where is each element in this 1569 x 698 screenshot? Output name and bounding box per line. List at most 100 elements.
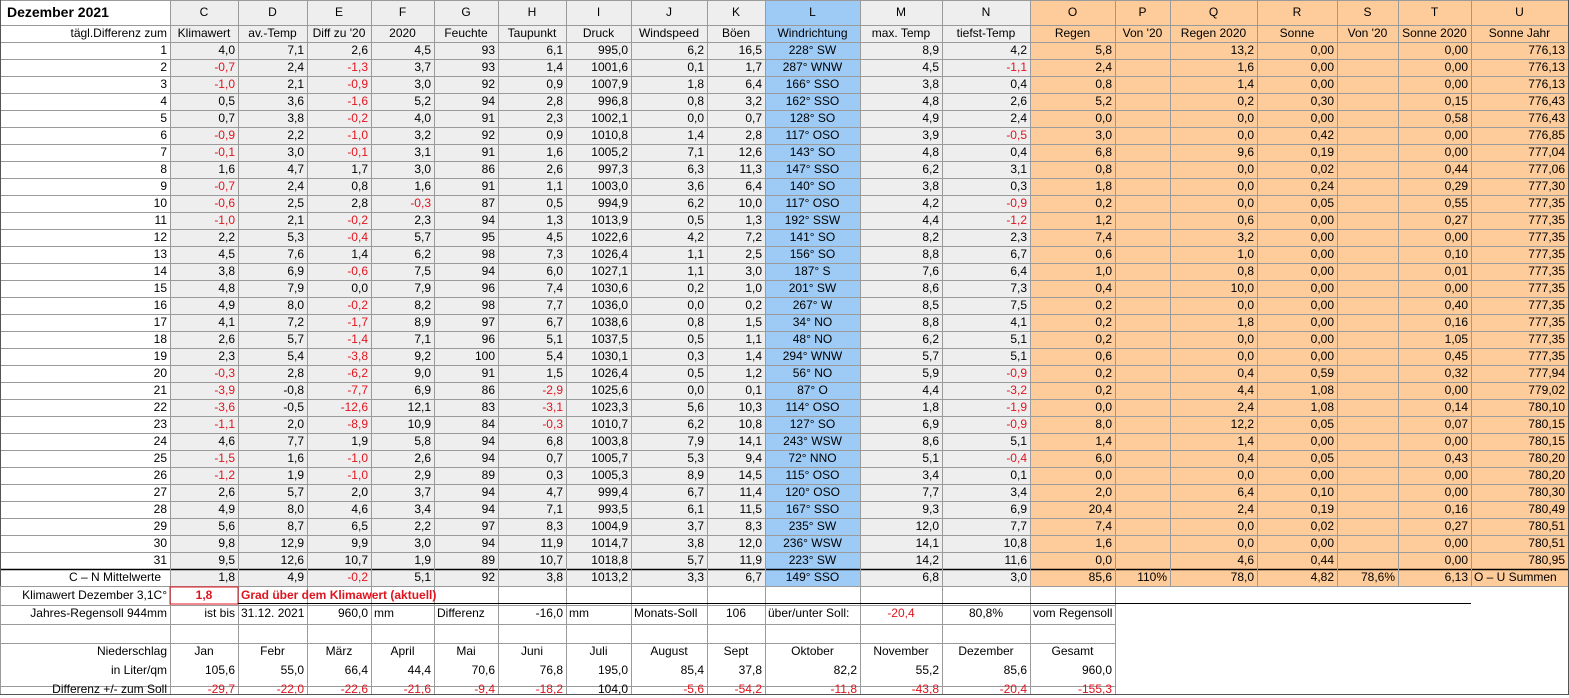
table-cell[interactable]: -0,4 <box>307 229 371 246</box>
table-cell[interactable]: 0,00 <box>1257 263 1337 280</box>
table-cell[interactable] <box>1337 382 1398 399</box>
table-cell[interactable]: 87 <box>434 195 498 212</box>
table-cell[interactable]: 0,3 <box>631 348 707 365</box>
table-cell[interactable]: 0,7 <box>498 450 566 467</box>
table-cell[interactable]: 6,4 <box>1170 484 1257 501</box>
table-cell[interactable]: 0,2 <box>707 297 765 314</box>
table-cell[interactable]: 780,95 <box>1471 552 1568 569</box>
table-cell[interactable]: 0,0 <box>1030 467 1115 484</box>
column-letter[interactable]: R <box>1257 1 1337 25</box>
table-cell[interactable]: -0,7 <box>170 178 238 195</box>
table-cell[interactable]: 3,6 <box>631 178 707 195</box>
table-cell[interactable]: 777,35 <box>1471 229 1568 246</box>
table-cell[interactable]: -0,6 <box>170 195 238 212</box>
table-cell[interactable]: 7,1 <box>371 331 434 348</box>
table-cell[interactable]: 0,00 <box>1398 552 1471 569</box>
column-letter[interactable]: K <box>707 1 765 25</box>
soll-diff-value[interactable]: -20,4 <box>942 681 1030 698</box>
table-cell[interactable]: 20,4 <box>1030 501 1115 518</box>
table-cell[interactable]: -0,9 <box>942 416 1030 433</box>
column-letter[interactable]: H <box>498 1 566 25</box>
table-cell[interactable]: 7,4 <box>1030 518 1115 535</box>
table-cell[interactable]: 0,7 <box>170 110 238 127</box>
table-cell[interactable] <box>1115 127 1170 144</box>
column-letter[interactable]: L <box>765 1 860 25</box>
column-letter[interactable]: U <box>1471 1 1568 25</box>
table-cell[interactable] <box>1337 229 1398 246</box>
table-cell[interactable]: 3,2 <box>371 127 434 144</box>
table-cell[interactable]: 0,0 <box>631 382 707 399</box>
table-cell[interactable]: 72° NNO <box>765 450 860 467</box>
table-cell[interactable]: 96 <box>434 331 498 348</box>
table-cell[interactable]: -1,0 <box>170 212 238 229</box>
summary-cell[interactable]: -0,2 <box>307 569 371 586</box>
table-cell[interactable]: 1,6 <box>1030 535 1115 552</box>
table-cell[interactable]: 147° SSO <box>765 161 860 178</box>
table-cell[interactable]: 0,0 <box>1170 467 1257 484</box>
summary-cell[interactable]: 5,1 <box>371 569 434 586</box>
day-number[interactable]: 2 <box>0 59 170 76</box>
table-cell[interactable]: 0,9 <box>498 76 566 93</box>
soll-diff-value[interactable]: -22,6 <box>307 681 371 698</box>
table-cell[interactable]: 0,27 <box>1398 212 1471 229</box>
table-cell[interactable]: 5,1 <box>498 331 566 348</box>
table-cell[interactable]: 1022,6 <box>566 229 631 246</box>
table-cell[interactable]: 6,2 <box>631 42 707 59</box>
table-cell[interactable]: 7,4 <box>1030 229 1115 246</box>
table-cell[interactable]: 3,7 <box>371 59 434 76</box>
table-cell[interactable]: 0,40 <box>1398 297 1471 314</box>
summary-cell[interactable]: 78,6% <box>1337 569 1398 586</box>
table-cell[interactable]: -1,4 <box>307 331 371 348</box>
table-cell[interactable]: 11,5 <box>707 501 765 518</box>
table-cell[interactable]: 7,7 <box>498 297 566 314</box>
table-cell[interactable]: 94 <box>434 212 498 229</box>
table-cell[interactable]: 0,0 <box>1170 127 1257 144</box>
table-cell[interactable]: 777,35 <box>1471 331 1568 348</box>
day-number[interactable]: 27 <box>0 484 170 501</box>
table-cell[interactable]: 0,00 <box>1257 314 1337 331</box>
table-cell[interactable]: 776,13 <box>1471 76 1568 93</box>
table-cell[interactable]: -1,1 <box>942 59 1030 76</box>
table-cell[interactable]: 1025,6 <box>566 382 631 399</box>
monats-soll-label[interactable]: Monats-Soll <box>631 605 707 622</box>
table-cell[interactable]: 0,42 <box>1257 127 1337 144</box>
table-cell[interactable]: 12,6 <box>707 144 765 161</box>
table-cell[interactable]: 235° SW <box>765 518 860 535</box>
table-cell[interactable]: 9,9 <box>307 535 371 552</box>
table-cell[interactable]: 1,3 <box>498 212 566 229</box>
table-cell[interactable]: -0,9 <box>307 76 371 93</box>
table-cell[interactable]: 8,2 <box>371 297 434 314</box>
column-header[interactable]: Sonne 2020 <box>1398 25 1471 42</box>
column-letter[interactable]: T <box>1398 1 1471 25</box>
table-cell[interactable]: 89 <box>434 552 498 569</box>
table-cell[interactable]: 6,9 <box>942 501 1030 518</box>
table-cell[interactable]: 3,4 <box>942 484 1030 501</box>
table-cell[interactable]: 777,04 <box>1471 144 1568 161</box>
month-header[interactable]: Mai <box>434 643 498 660</box>
table-cell[interactable]: 9,3 <box>860 501 942 518</box>
table-cell[interactable]: 1,9 <box>307 433 371 450</box>
table-cell[interactable]: 2,6 <box>942 93 1030 110</box>
table-cell[interactable]: -3,9 <box>170 382 238 399</box>
table-cell[interactable] <box>1115 416 1170 433</box>
table-cell[interactable]: 93 <box>434 59 498 76</box>
table-cell[interactable]: -0,1 <box>170 144 238 161</box>
table-cell[interactable]: -0,4 <box>942 450 1030 467</box>
table-cell[interactable]: 4,5 <box>860 59 942 76</box>
table-cell[interactable]: 1,1 <box>631 263 707 280</box>
table-cell[interactable]: 3,8 <box>170 263 238 280</box>
table-cell[interactable]: 7,6 <box>860 263 942 280</box>
table-cell[interactable]: 0,43 <box>1398 450 1471 467</box>
table-cell[interactable]: 6,5 <box>307 518 371 535</box>
table-cell[interactable]: 0,0 <box>1030 399 1115 416</box>
table-cell[interactable]: 91 <box>434 178 498 195</box>
table-cell[interactable]: 9,2 <box>371 348 434 365</box>
table-cell[interactable]: 6,0 <box>1030 450 1115 467</box>
column-header[interactable]: Regen 2020 <box>1170 25 1257 42</box>
summary-cell[interactable]: 78,0 <box>1170 569 1257 586</box>
table-cell[interactable] <box>1115 229 1170 246</box>
table-cell[interactable]: -0,2 <box>307 297 371 314</box>
table-cell[interactable]: -0,3 <box>371 195 434 212</box>
liter-value[interactable]: 105,6 <box>170 662 238 679</box>
table-cell[interactable]: 0,2 <box>631 280 707 297</box>
